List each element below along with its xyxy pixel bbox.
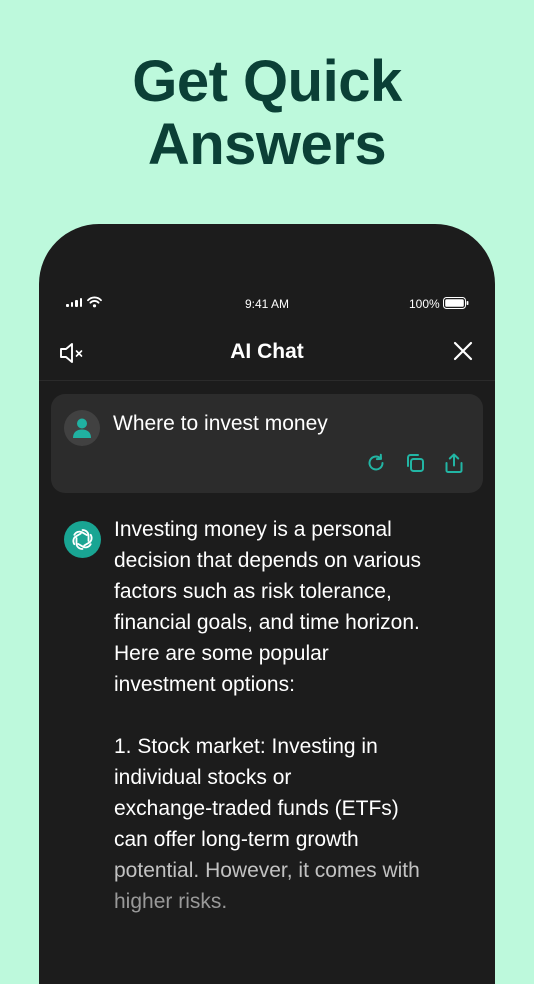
nav-title: AI Chat — [230, 340, 304, 363]
ai-response-line: can offer long-term growth — [114, 828, 359, 851]
headline-line-1: Get Quick — [132, 49, 402, 114]
user-message-text: Where to invest money — [113, 412, 328, 435]
ai-response-line: individual stocks or — [114, 766, 292, 789]
battery-percent: 100% — [409, 297, 440, 311]
ai-response-line: higher risks. — [114, 890, 228, 913]
refresh-icon[interactable] — [365, 452, 387, 474]
ai-response-text: Investing money is a personal decision t… — [114, 514, 474, 917]
copy-icon[interactable] — [404, 452, 426, 474]
ai-response-line: factors such as risk tolerance, — [114, 580, 392, 603]
user-avatar — [64, 410, 100, 446]
ai-response-line: Investing money is a personal — [114, 518, 392, 541]
ai-response-line: potential. However, it comes with — [114, 859, 420, 882]
person-icon — [73, 418, 91, 438]
nav-bar: AI Chat — [39, 328, 495, 381]
ai-response-line: investment options: — [114, 673, 295, 696]
user-message-card: Where to invest money — [51, 394, 483, 493]
ai-response-line: financial goals, and time horizon. — [114, 611, 420, 634]
ai-response-line: exchange-traded funds (ETFs) — [114, 797, 399, 820]
share-icon[interactable] — [443, 452, 465, 474]
status-bar: 9:41 AM 100% — [39, 294, 495, 314]
headline: Get Quick Answers — [0, 50, 534, 176]
battery-icon — [443, 297, 469, 309]
message-actions — [365, 452, 465, 474]
ai-response-line: 1. Stock market: Investing in — [114, 735, 378, 758]
close-icon[interactable] — [452, 340, 474, 367]
ai-avatar — [64, 521, 101, 558]
ai-knot-logo-icon — [72, 529, 93, 550]
ai-response-line: decision that depends on various — [114, 549, 422, 572]
phone-frame: 9:41 AM 100% AI Chat Where to invest mon… — [39, 224, 495, 984]
headline-line-2: Answers — [147, 112, 387, 177]
ai-response-line: Here are some popular — [114, 642, 329, 665]
